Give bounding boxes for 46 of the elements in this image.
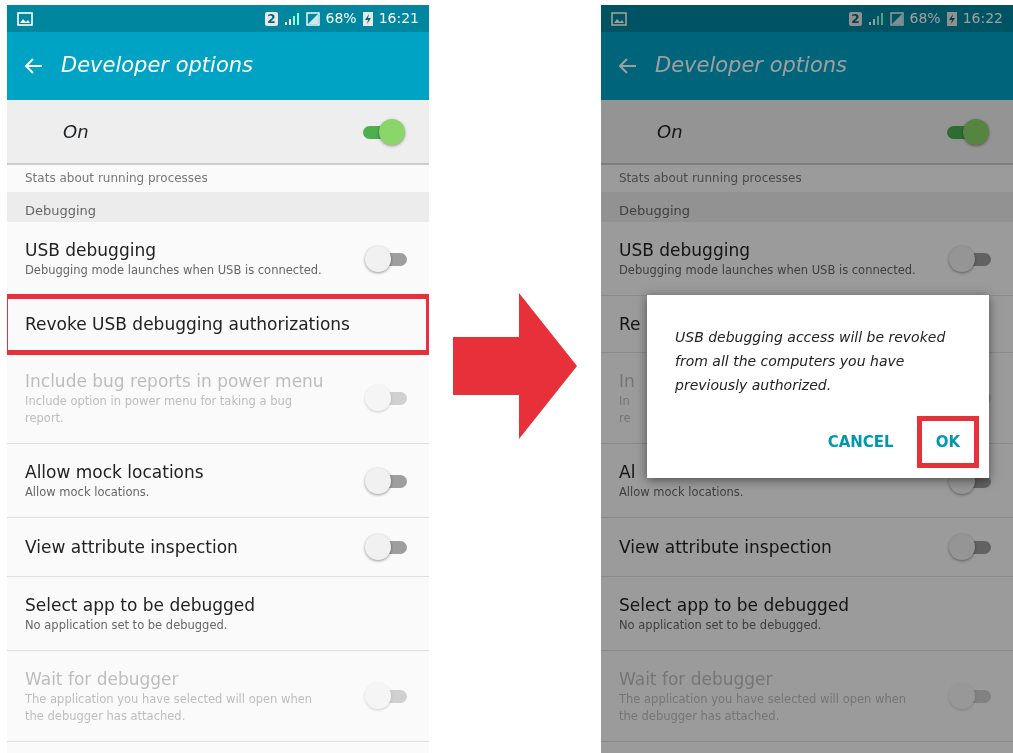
item-title[interactable]: View attribute inspection xyxy=(25,535,238,559)
dialog-button[interactable]: OK xyxy=(916,415,979,468)
item-title[interactable]: USB debugging xyxy=(619,238,750,262)
item-subtitle: Allow mock locations. xyxy=(25,484,150,501)
item-title[interactable]: Select app to be debugged xyxy=(25,593,256,617)
switch-label: On xyxy=(63,120,90,144)
signal-icon xyxy=(283,11,300,26)
switch-label: On xyxy=(657,120,684,144)
item-title[interactable]: Revoke USB debugging authorizations xyxy=(25,312,350,336)
item-subtitle: No application set to be debugged. xyxy=(619,617,822,634)
item-subtitle: Debugging mode launches when USB is connected. xyxy=(25,262,322,279)
item-subtitle: Stats about running processes xyxy=(25,170,208,187)
image-icon xyxy=(611,11,627,26)
battery-charging-icon xyxy=(362,11,373,26)
image-icon xyxy=(17,11,33,26)
item-title[interactable]: Re xyxy=(619,312,641,336)
clock-time: 16:22 xyxy=(962,9,1003,28)
sim-badge: 2 xyxy=(265,11,278,26)
item-subtitle: Include option in power menu for taking a bug report. xyxy=(25,393,294,427)
screen-title: Developer options xyxy=(655,52,848,80)
signal-strength-icon xyxy=(305,11,320,26)
item-title[interactable]: USB debugging xyxy=(25,238,156,262)
section-header: Debugging xyxy=(25,203,97,218)
right-arrow-icon xyxy=(453,293,577,439)
battery-charging-icon xyxy=(946,11,957,26)
item-title[interactable]: Allow mock locations xyxy=(25,460,204,484)
item-subtitle: Stats about running processes xyxy=(619,170,802,187)
item-title[interactable]: Al xyxy=(619,460,636,484)
screen-title: Developer options xyxy=(61,52,254,80)
item-title[interactable]: Select app to be debugged xyxy=(619,593,850,617)
item-subtitle: The application you have selected will open when the debugger has attached. xyxy=(25,691,314,725)
clock-time: 16:21 xyxy=(378,9,419,28)
item-subtitle: Allow mock locations. xyxy=(619,484,744,501)
dialog-button[interactable]: CANCEL xyxy=(808,415,913,468)
section-header: Debugging xyxy=(619,203,691,218)
battery-percent: 68% xyxy=(325,9,357,28)
signal-strength-icon xyxy=(889,11,904,26)
battery-percent: 68% xyxy=(909,9,941,28)
sim-badge: 2 xyxy=(849,11,862,26)
item-subtitle: Debugging mode launches when USB is connected. xyxy=(619,262,916,279)
signal-icon xyxy=(867,11,884,26)
item-subtitle: No application set to be debugged. xyxy=(25,617,228,634)
back-arrow-icon xyxy=(23,57,43,75)
back-arrow-icon xyxy=(617,57,637,75)
dialog-message: USB debugging access will be revoked from all the computers you have previously authorized. xyxy=(675,328,947,395)
item-title[interactable]: View attribute inspection xyxy=(619,535,832,559)
